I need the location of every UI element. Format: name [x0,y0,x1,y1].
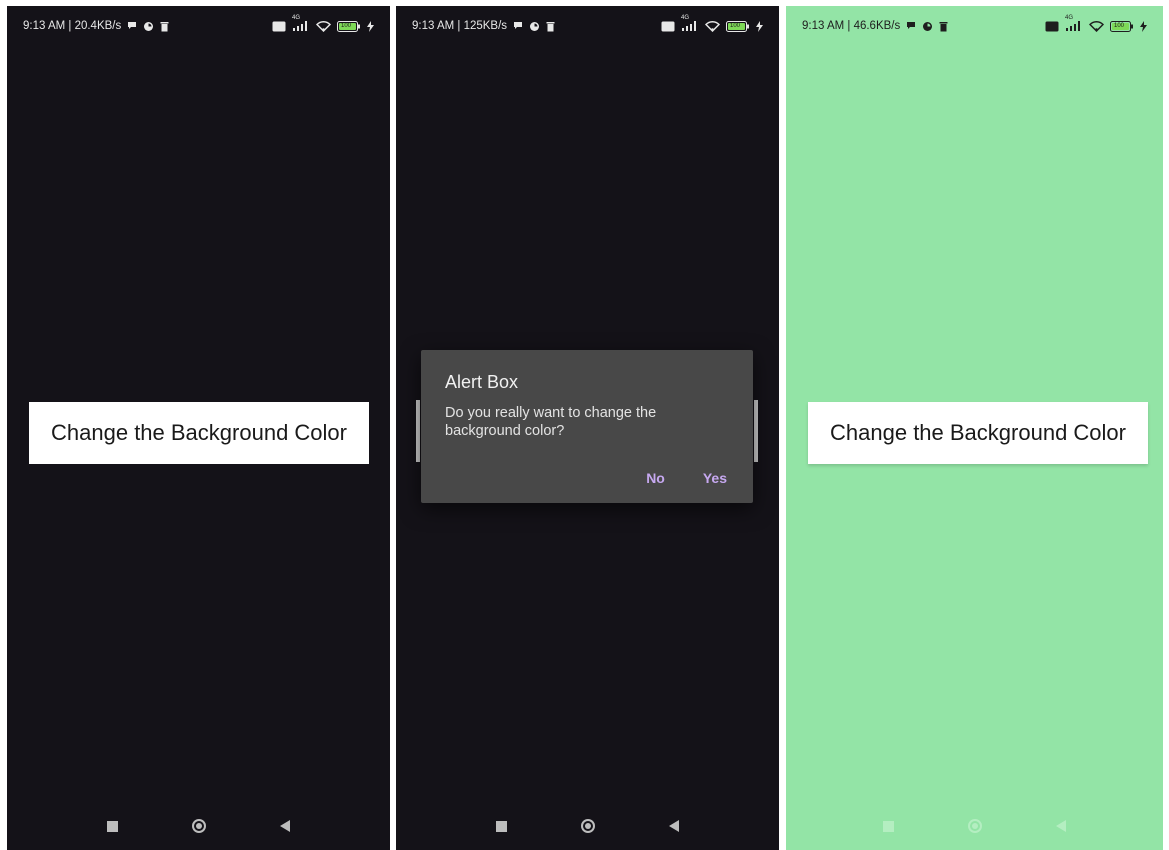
navigation-bar [786,802,1163,850]
recents-square-icon [107,820,118,832]
status-bar: 9:13 AM | 125KB/s 4G 100 [396,6,779,46]
dialog-message: Do you really want to change the backgro… [445,405,657,439]
back-triangle-icon [668,820,679,832]
trash-icon [160,21,169,32]
signal-4g-icon: 4G [681,15,699,32]
wifi-icon [316,20,331,32]
network-label: 4G [681,15,690,21]
back-triangle-icon [279,820,290,832]
wifi-icon [705,20,720,32]
signal-4g-icon: 4G [1065,15,1083,32]
phone-screen-changed: 9:13 AM | 46.6KB/s 4G 100 Change the Bac… [786,6,1163,850]
home-button[interactable] [545,819,631,833]
status-time-speed: 9:13 AM | 46.6KB/s [802,20,901,32]
volte-icon [1045,21,1059,32]
chat-bubble-icon [127,21,137,31]
charging-bolt-icon [1140,20,1147,32]
battery-icon: 100 [1110,20,1134,32]
button-edge-right [754,400,758,462]
no-button[interactable]: No [638,466,673,490]
battery-icon: 100 [337,20,361,32]
status-time-speed: 9:13 AM | 20.4KB/s [23,20,122,32]
signal-4g-icon: 4G [292,15,310,32]
back-button[interactable] [631,820,717,832]
recents-button[interactable] [459,820,545,832]
back-triangle-icon [1055,820,1066,832]
wifi-icon [1089,20,1104,32]
charging-bolt-icon [756,20,763,32]
battery-level: 100 [1114,22,1125,29]
status-bar: 9:13 AM | 20.4KB/s 4G 100 [7,6,390,46]
chat-bubble-icon [513,21,523,31]
button-edge-left [416,400,420,462]
change-background-button[interactable]: Change the Background Color [29,402,369,464]
change-background-button[interactable]: Change the Background Color [808,402,1148,464]
status-bar: 9:13 AM | 46.6KB/s 4G 100 [786,6,1163,46]
charging-bolt-icon [367,20,374,32]
trash-icon [546,21,555,32]
dialog-actions: No Yes [638,466,735,490]
battery-level: 100 [730,22,741,29]
recents-button[interactable] [70,820,156,832]
phone-screen-initial: 9:13 AM | 20.4KB/s 4G 100 Change the Bac… [7,6,390,850]
battery-icon: 100 [726,20,750,32]
navigation-bar [396,802,779,850]
trash-icon [939,21,948,32]
home-button[interactable] [932,819,1018,833]
battery-level: 100 [341,22,352,29]
back-button[interactable] [1018,820,1104,832]
home-circle-icon [580,819,595,833]
navigation-bar [7,802,390,850]
phone-screen-dialog: 9:13 AM | 125KB/s 4G 100 Alert Box Do yo… [396,6,779,850]
dialog-title: Alert Box [445,372,519,392]
alert-dialog: Alert Box Do you really want to change t… [421,350,753,503]
pie-app-icon [143,21,154,32]
status-time-speed: 9:13 AM | 125KB/s [412,20,508,32]
home-circle-icon [191,819,206,833]
pie-app-icon [922,21,933,32]
recents-square-icon [496,820,507,832]
home-circle-icon [967,819,982,833]
network-label: 4G [1065,15,1074,21]
pie-app-icon [529,21,540,32]
volte-icon [661,21,675,32]
network-label: 4G [292,15,301,21]
yes-button[interactable]: Yes [695,466,735,490]
recents-square-icon [883,820,894,832]
home-button[interactable] [156,819,242,833]
back-button[interactable] [242,820,328,832]
chat-bubble-icon [906,21,916,31]
volte-icon [272,21,286,32]
recents-button[interactable] [846,820,932,832]
